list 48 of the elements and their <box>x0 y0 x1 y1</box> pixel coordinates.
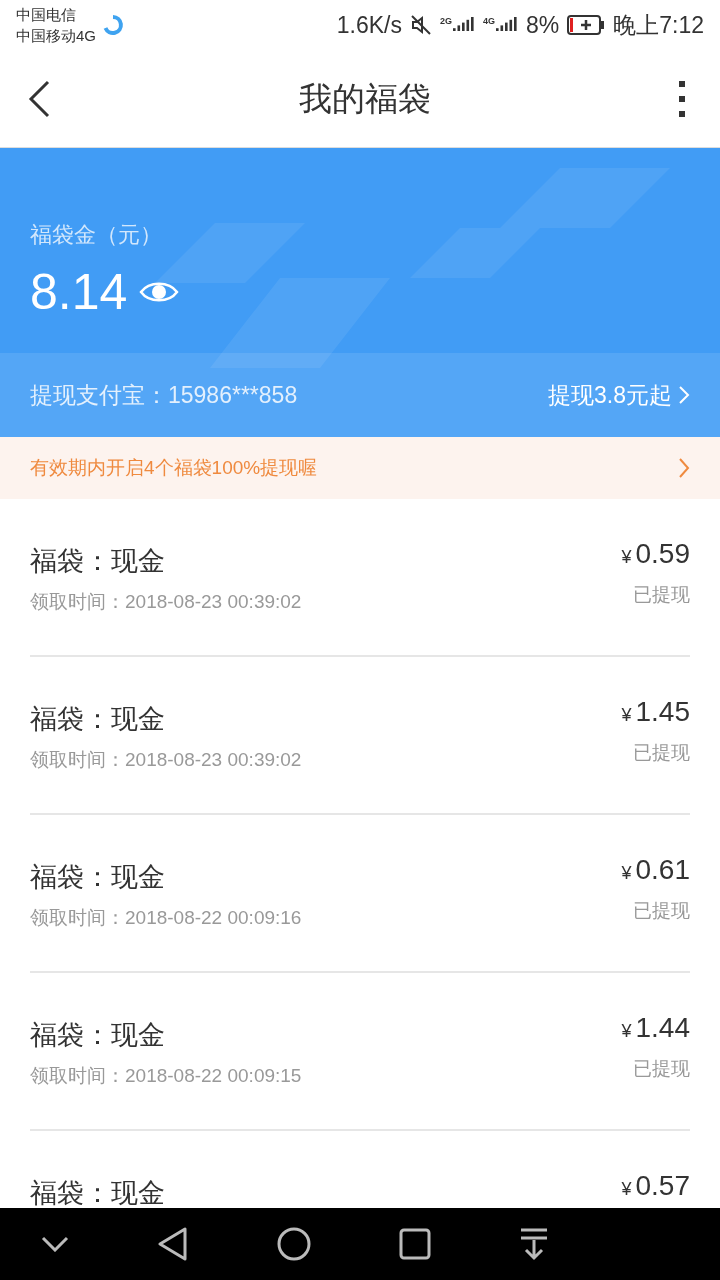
record-status: 已提现 <box>633 583 690 607</box>
network-speed: 1.6K/s <box>336 10 402 40</box>
loading-icon <box>102 14 124 36</box>
record-amount: 1.44 <box>635 1011 690 1045</box>
record-status: 已提现 <box>633 741 690 765</box>
record-title: 福袋：现金 <box>30 1019 166 1052</box>
currency-sign: ¥ <box>621 704 632 727</box>
record-status: 已提现 <box>633 1057 690 1081</box>
clock-time: 晚上7:12 <box>613 10 704 40</box>
record-status: 已提现 <box>633 899 690 923</box>
record-time: 领取时间：2018-08-22 00:09:16 <box>30 905 302 930</box>
carrier-name: 中国移动4G <box>16 26 96 46</box>
chevron-down-icon[interactable] <box>41 1236 69 1252</box>
mute-icon <box>409 14 432 36</box>
recents-nav-icon[interactable] <box>399 1228 431 1260</box>
currency-sign: ¥ <box>621 1020 632 1043</box>
currency-sign: ¥ <box>621 1178 632 1201</box>
battery-icon <box>567 15 606 35</box>
record-title: 福袋：现金 <box>30 703 166 736</box>
withdraw-link[interactable]: 提现3.8元起 <box>548 377 690 413</box>
home-nav-icon[interactable] <box>277 1227 311 1261</box>
chevron-right-icon <box>678 457 690 479</box>
network-type: 4G <box>482 17 495 26</box>
currency-sign: ¥ <box>621 862 632 885</box>
record-time: 领取时间：2018-08-23 00:39:02 <box>30 589 302 614</box>
signal-icon <box>452 17 475 33</box>
record-amount: 1.45 <box>635 695 690 729</box>
record-amount: 0.59 <box>635 537 690 571</box>
carrier-name: 中国电信 <box>16 5 77 25</box>
page-title: 我的福袋 <box>299 78 431 119</box>
download-icon[interactable] <box>519 1227 549 1261</box>
notice-banner[interactable]: 有效期内开启4个福袋100%提现喔 <box>0 437 720 499</box>
back-nav-icon[interactable] <box>157 1227 189 1261</box>
currency-sign: ¥ <box>621 546 632 569</box>
record-title: 福袋：现金 <box>30 861 166 894</box>
chevron-right-icon <box>678 385 690 405</box>
balance-label: 福袋金（元） <box>30 221 163 249</box>
record-title: 福袋：现金 <box>30 545 166 578</box>
record-time: 领取时间：2018-08-23 00:39:02 <box>30 747 302 772</box>
signal-icon <box>496 17 518 33</box>
balance-amount: 8.14 <box>30 267 128 317</box>
record-time: 领取时间：2018-08-22 00:09:15 <box>30 1063 302 1088</box>
record-title: 福袋：现金 <box>30 1177 165 1208</box>
record-amount: 0.57 <box>635 1169 690 1203</box>
network-type: 2G <box>439 17 452 26</box>
alipay-account: 提现支付宝：15986***858 <box>30 380 298 410</box>
battery-percent: 8% <box>526 10 560 40</box>
record-amount: 0.61 <box>635 853 690 887</box>
